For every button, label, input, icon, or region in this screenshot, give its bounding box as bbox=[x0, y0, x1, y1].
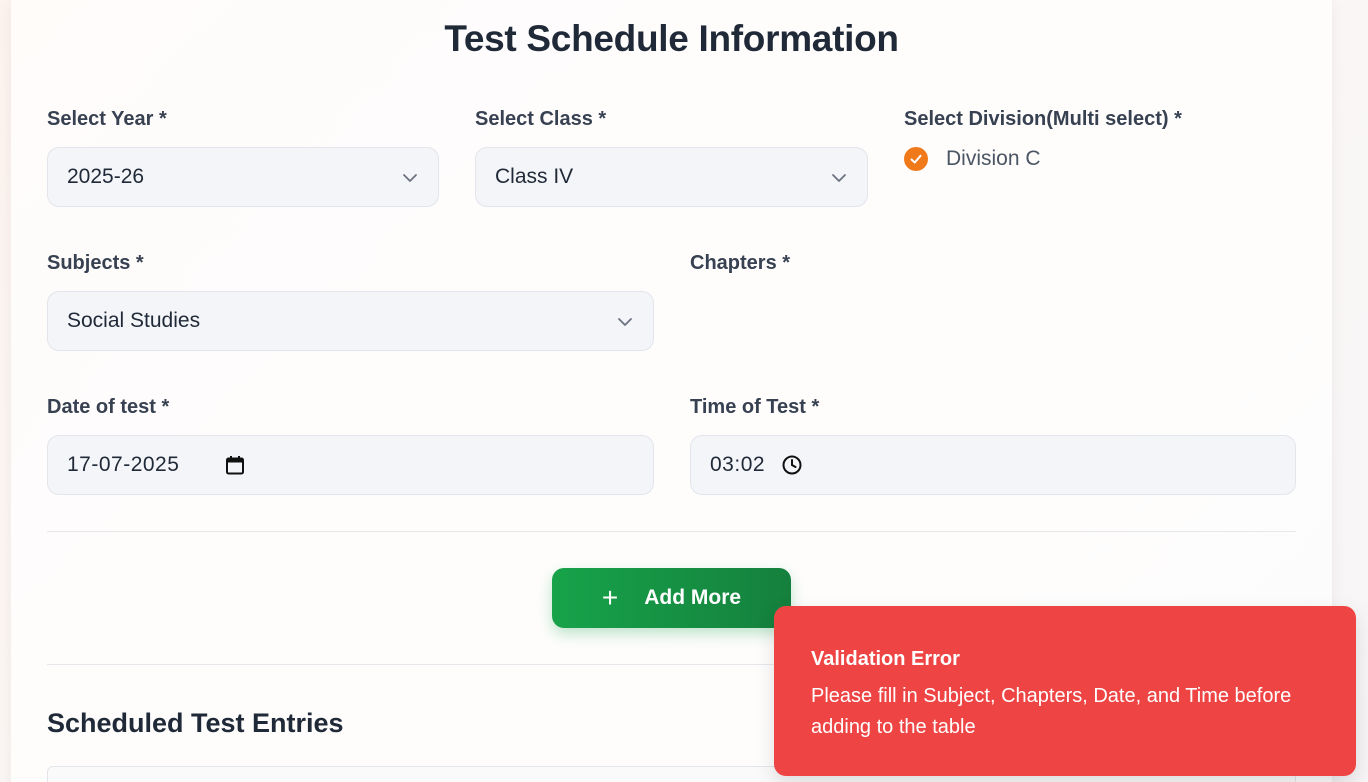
checkbox-checked-icon[interactable] bbox=[904, 147, 928, 171]
date-label: Date of test * bbox=[47, 396, 170, 418]
plus-icon: + bbox=[601, 582, 619, 613]
toast-title: Validation Error bbox=[811, 648, 960, 670]
division-label: Select Division(Multi select) * bbox=[904, 108, 1182, 130]
date-input[interactable]: 17-07-2025 bbox=[47, 435, 654, 495]
time-input[interactable]: 03:02 bbox=[690, 435, 1296, 495]
chevron-down-icon bbox=[403, 174, 417, 182]
division-option-label: Division C bbox=[946, 147, 1041, 170]
add-more-button[interactable]: + Add More bbox=[552, 568, 791, 628]
class-label: Select Class * bbox=[475, 108, 607, 130]
year-value: 2025-26 bbox=[67, 165, 145, 188]
time-label: Time of Test * bbox=[690, 396, 820, 418]
date-value: 17-07-2025 bbox=[67, 453, 180, 476]
time-value: 03:02 bbox=[710, 453, 766, 476]
class-select[interactable]: Class IV bbox=[475, 147, 868, 207]
subjects-value: Social Studies bbox=[67, 309, 201, 332]
validation-error-toast[interactable]: Validation Error Please fill in Subject,… bbox=[774, 606, 1356, 776]
divider bbox=[47, 531, 1296, 532]
subjects-label: Subjects * bbox=[47, 252, 144, 274]
subjects-select[interactable]: Social Studies bbox=[47, 291, 654, 351]
division-option[interactable]: Division C bbox=[904, 147, 1041, 171]
scheduled-entries-title: Scheduled Test Entries bbox=[47, 708, 344, 738]
clock-icon[interactable] bbox=[781, 454, 803, 476]
year-label: Select Year * bbox=[47, 108, 167, 130]
add-more-label: Add More bbox=[644, 586, 742, 609]
chevron-down-icon bbox=[832, 174, 846, 182]
chevron-down-icon bbox=[618, 318, 632, 326]
calendar-icon[interactable] bbox=[224, 454, 246, 476]
toast-message: Please fill in Subject, Chapters, Date, … bbox=[811, 685, 1292, 738]
class-value: Class IV bbox=[495, 165, 574, 188]
chapters-label: Chapters * bbox=[690, 252, 791, 274]
year-select[interactable]: 2025-26 bbox=[47, 147, 439, 207]
page-title: Test Schedule Information bbox=[444, 18, 899, 59]
